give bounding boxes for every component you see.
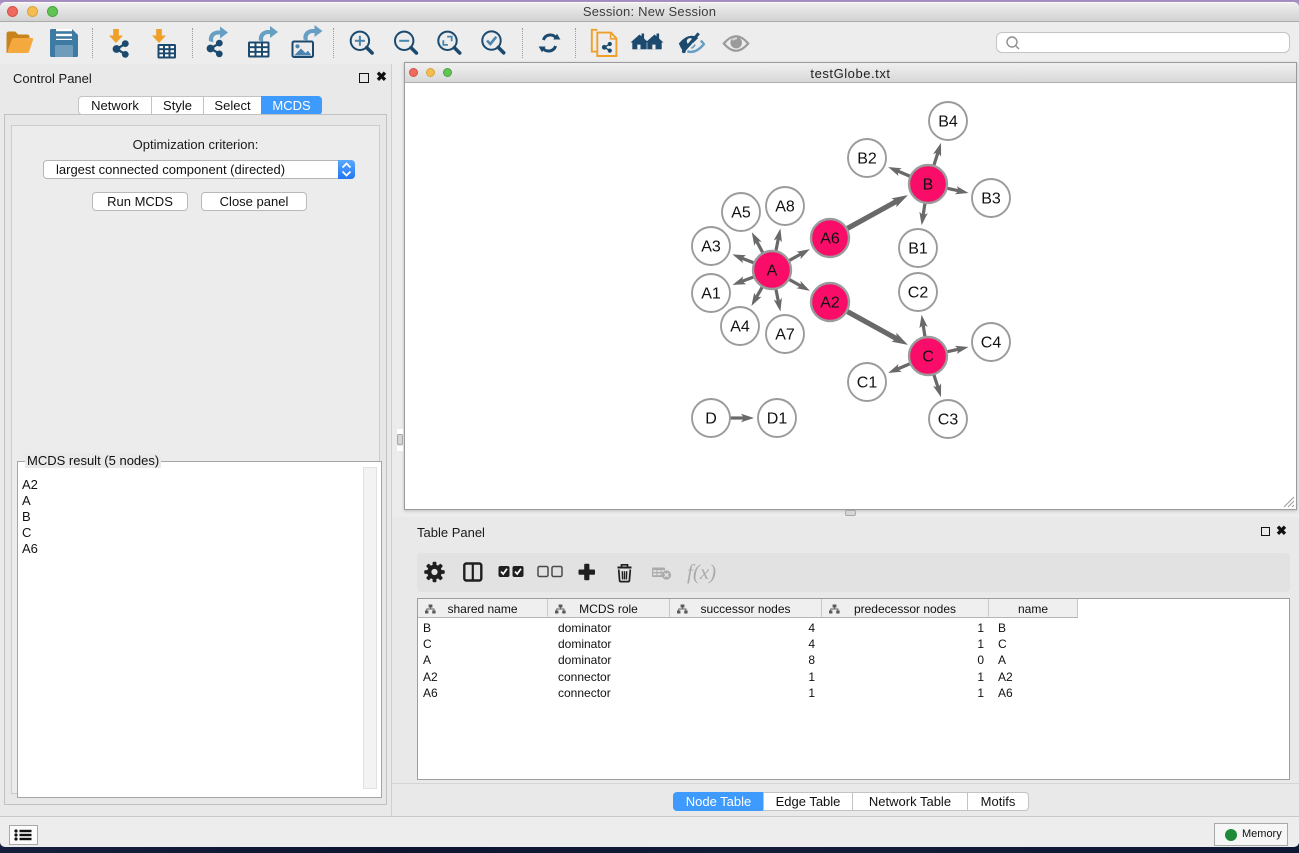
- svg-text:A6: A6: [820, 231, 840, 248]
- svg-text:D: D: [705, 411, 717, 428]
- svg-text:A5: A5: [731, 205, 751, 222]
- svg-text:C1: C1: [857, 375, 878, 392]
- svg-text:B2: B2: [857, 151, 877, 168]
- svg-text:C3: C3: [938, 412, 959, 429]
- svg-text:A7: A7: [775, 327, 795, 344]
- svg-text:C4: C4: [981, 335, 1002, 352]
- svg-text:A4: A4: [730, 319, 750, 336]
- svg-text:A2: A2: [820, 295, 840, 312]
- svg-text:B4: B4: [938, 114, 958, 131]
- svg-text:D1: D1: [767, 411, 788, 428]
- svg-text:A1: A1: [701, 286, 721, 303]
- svg-text:A: A: [767, 263, 778, 280]
- svg-text:A8: A8: [775, 199, 795, 216]
- svg-text:B: B: [923, 177, 934, 194]
- svg-text:A3: A3: [701, 239, 721, 256]
- svg-text:C2: C2: [908, 285, 929, 302]
- svg-text:B1: B1: [908, 241, 928, 258]
- svg-text:f(x): f(x): [687, 560, 716, 584]
- svg-text:B3: B3: [981, 191, 1001, 208]
- svg-text:C: C: [922, 349, 934, 366]
